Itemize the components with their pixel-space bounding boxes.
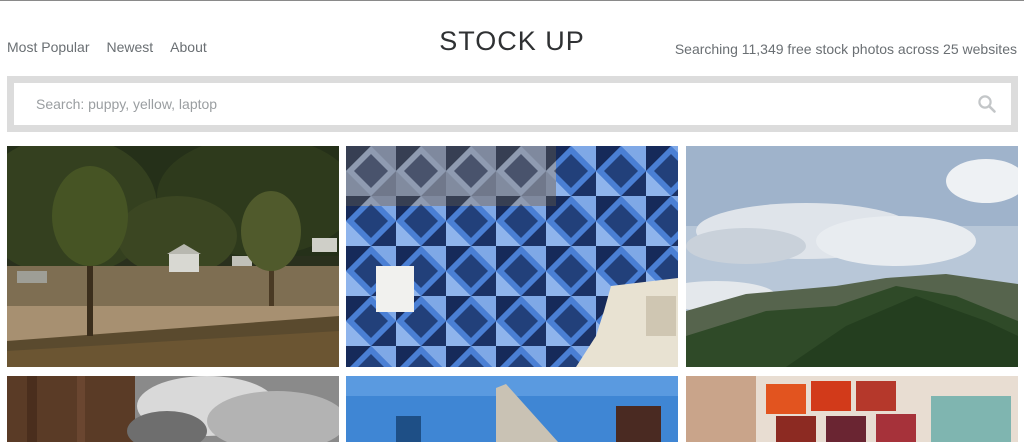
search-input[interactable]	[34, 95, 977, 113]
site-tagline: Searching 11,349 free stock photos acros…	[674, 41, 1017, 57]
photo-tree-bark-clouds[interactable]	[7, 376, 339, 442]
photo-cloudy-sky-mountains[interactable]	[686, 146, 1018, 367]
photo-flatiron-building[interactable]	[346, 376, 678, 442]
photo-flood-damaged-riverside-town[interactable]	[7, 146, 339, 367]
search-bar	[7, 76, 1018, 132]
top-border	[0, 0, 1024, 1]
search-box	[14, 83, 1011, 125]
search-icon[interactable]	[977, 94, 997, 114]
photo-watercolor-paint-palette[interactable]	[686, 376, 1018, 442]
photo-blue-triangle-tile-wall[interactable]	[346, 146, 678, 367]
